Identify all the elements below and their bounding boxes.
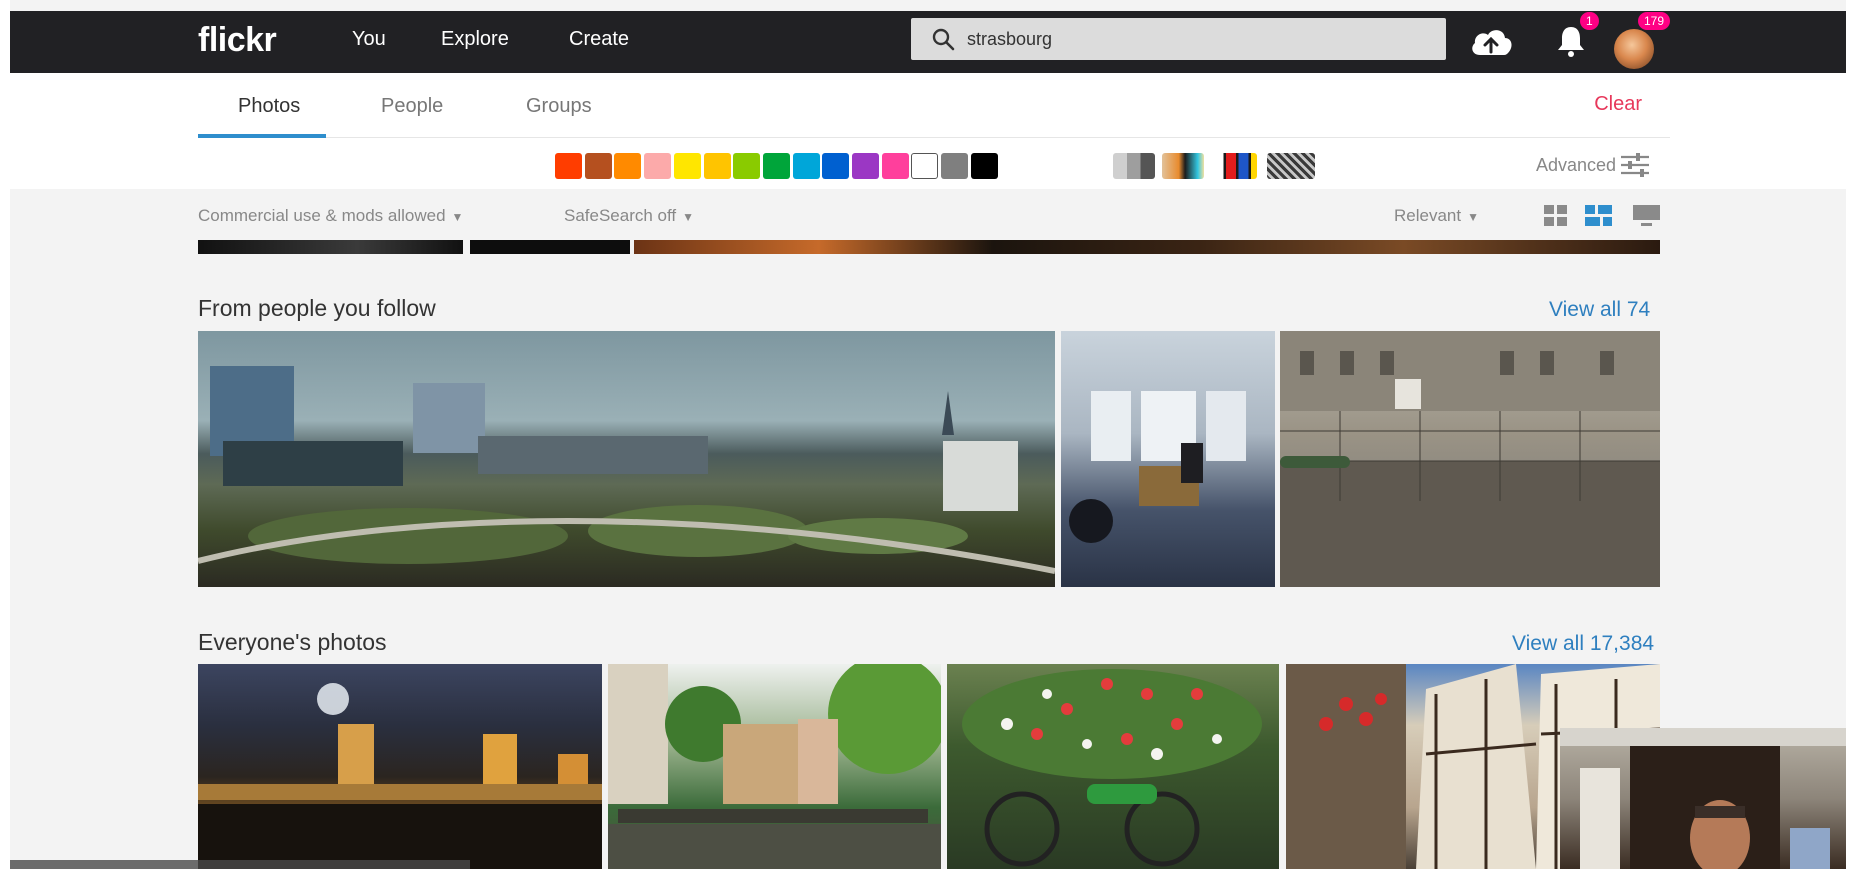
upload-cloud-icon[interactable]	[1468, 25, 1514, 62]
style-swatch-minimalist[interactable]	[1215, 153, 1257, 179]
avatar[interactable]	[1614, 29, 1654, 69]
nav-link-explore[interactable]: Explore	[441, 28, 509, 51]
photo-thumbnail[interactable]	[608, 664, 941, 869]
color-swatch[interactable]	[822, 153, 850, 179]
photo-thumbnail[interactable]	[470, 240, 630, 254]
style-swatch-black-and-white[interactable]	[1113, 153, 1155, 179]
color-swatch[interactable]	[673, 153, 701, 179]
notification-bell-icon[interactable]	[1556, 23, 1586, 64]
clear-button[interactable]: Clear	[1594, 93, 1642, 116]
color-swatch[interactable]	[911, 153, 939, 179]
color-swatch[interactable]	[792, 153, 820, 179]
photo-thumbnail[interactable]	[1280, 331, 1660, 587]
tab-divider	[198, 137, 1670, 138]
license-filter-label: Commercial use & mods allowed	[198, 206, 446, 225]
webcam-overlay	[1560, 728, 1846, 869]
color-swatch[interactable]	[555, 153, 582, 179]
style-swatch-shallow-depth[interactable]	[1162, 153, 1204, 179]
flickr-logo[interactable]: flickr	[198, 21, 277, 60]
color-swatch[interactable]	[941, 153, 969, 179]
justified-view-icon[interactable]	[1585, 205, 1613, 232]
color-swatch[interactable]	[762, 153, 790, 179]
color-swatch[interactable]	[733, 153, 761, 179]
search-box[interactable]	[911, 18, 1446, 60]
color-swatch[interactable]	[614, 153, 642, 179]
top-navigation-bar: flickr You Explore Create 1 179	[10, 11, 1846, 73]
color-swatch[interactable]	[852, 153, 879, 179]
active-tab-indicator	[198, 134, 326, 138]
safesearch-label: SafeSearch off	[564, 206, 677, 225]
color-swatch[interactable]	[703, 153, 731, 179]
advanced-settings-sliders-icon[interactable]	[1620, 153, 1650, 182]
tab-photos[interactable]: Photos	[238, 95, 300, 118]
tab-people[interactable]: People	[381, 95, 443, 118]
search-input[interactable]	[967, 18, 1427, 60]
photo-thumbnail[interactable]	[634, 240, 1660, 254]
sort-label: Relevant	[1394, 206, 1462, 225]
avatar-count-badge: 179	[1638, 12, 1671, 30]
color-swatch[interactable]	[970, 153, 998, 179]
nav-link-create[interactable]: Create	[569, 28, 629, 51]
window-edge-left	[0, 0, 10, 869]
section-title-following: From people you follow	[198, 295, 436, 321]
nav-link-you[interactable]: You	[352, 28, 386, 51]
photo-thumbnail[interactable]	[198, 331, 1055, 587]
notification-count-badge: 1	[1580, 12, 1599, 30]
color-swatch[interactable]	[881, 153, 909, 179]
license-filter-dropdown[interactable]: Commercial use & mods allowed ▼	[198, 206, 463, 226]
search-options-panel: Photos People Groups Clear Advanced	[10, 73, 1846, 189]
section-title-everyone: Everyone's photos	[198, 629, 387, 655]
video-caption-bar	[10, 860, 470, 869]
view-all-everyone-link[interactable]: View all 17,384	[1512, 632, 1654, 656]
safesearch-dropdown[interactable]: SafeSearch off ▼	[564, 206, 694, 226]
photo-thumbnail[interactable]	[947, 664, 1279, 869]
view-all-following-link[interactable]: View all 74	[1549, 298, 1650, 322]
chevron-down-icon: ▼	[451, 210, 464, 224]
detail-view-icon[interactable]	[1633, 205, 1661, 232]
advanced-search-link[interactable]: Advanced	[1536, 155, 1616, 176]
grid-view-icon[interactable]	[1544, 205, 1568, 232]
search-icon	[931, 27, 955, 56]
color-swatch[interactable]	[644, 153, 672, 179]
tab-groups[interactable]: Groups	[526, 95, 592, 118]
chevron-down-icon: ▼	[682, 210, 695, 224]
chevron-down-icon: ▼	[1467, 210, 1479, 224]
photo-thumbnail[interactable]	[1061, 331, 1275, 587]
sort-dropdown[interactable]: Relevant ▼	[1394, 206, 1479, 226]
photo-thumbnail[interactable]	[198, 240, 463, 254]
color-swatch[interactable]	[584, 153, 612, 179]
style-swatch-patterns[interactable]	[1267, 153, 1315, 179]
window-edge-right	[1846, 0, 1850, 869]
photo-thumbnail[interactable]	[198, 664, 602, 869]
